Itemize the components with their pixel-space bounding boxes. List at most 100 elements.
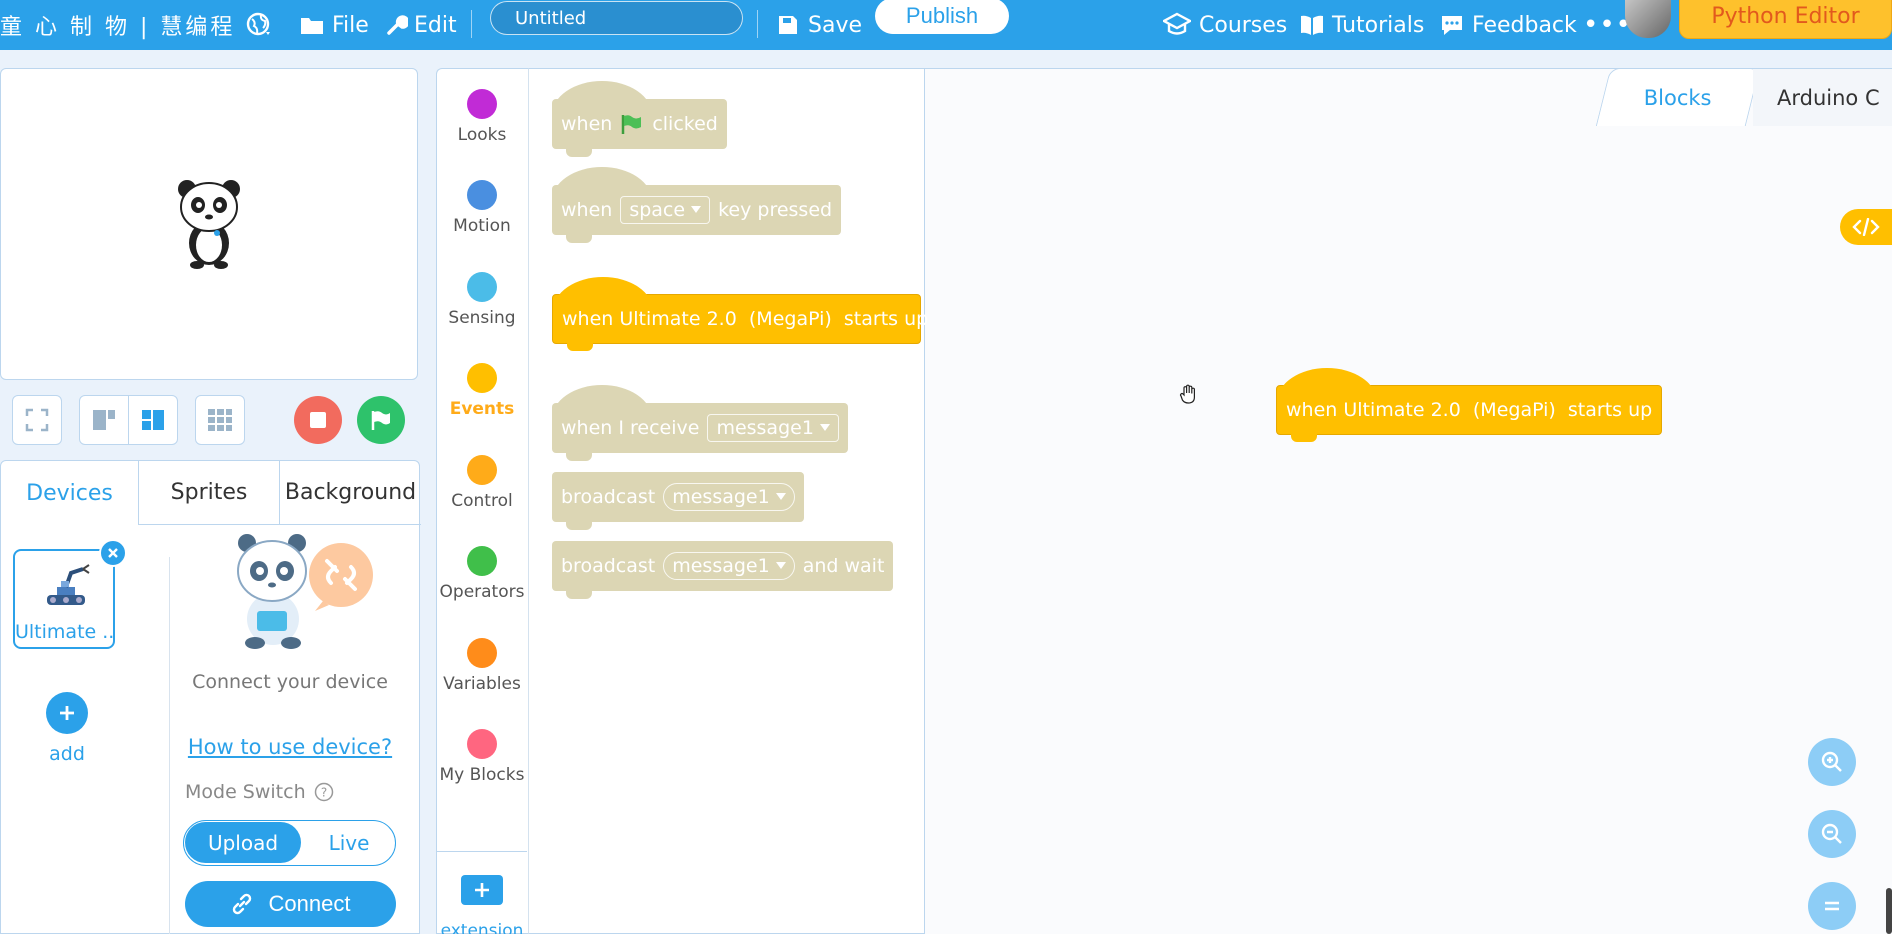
block-when-i-receive[interactable]: when I receive message1 bbox=[552, 385, 848, 461]
green-flag-button[interactable] bbox=[357, 396, 405, 444]
triangle-down-icon bbox=[775, 493, 786, 500]
dropdown-value: message1 bbox=[672, 555, 770, 577]
category-label: Operators bbox=[439, 582, 525, 602]
close-icon bbox=[108, 548, 118, 558]
how-to-use-device-link[interactable]: How to use device? bbox=[171, 735, 409, 759]
category-events[interactable]: Events bbox=[437, 363, 527, 419]
workspace-block-when-device-starts-up[interactable]: when Ultimate 2.0 (MegaPi) starts up bbox=[1276, 368, 1663, 442]
device-card[interactable]: Ultimate ... bbox=[13, 549, 115, 649]
category-looks[interactable]: Looks bbox=[437, 89, 527, 145]
divider bbox=[169, 557, 170, 934]
category-dot bbox=[467, 455, 497, 485]
brand-logo: 童 心 制 物 | 慧编程 bbox=[0, 15, 236, 40]
message-dropdown[interactable]: message1 bbox=[663, 483, 795, 511]
category-motion[interactable]: Motion bbox=[437, 180, 527, 236]
save-button[interactable]: Save bbox=[778, 0, 862, 50]
scrollbar[interactable] bbox=[1886, 888, 1892, 934]
connect-label: Connect bbox=[268, 891, 351, 916]
category-dot bbox=[467, 729, 497, 759]
robot-arm-icon bbox=[47, 564, 90, 605]
script-workspace[interactable] bbox=[925, 68, 1892, 934]
category-operators[interactable]: Operators bbox=[437, 546, 527, 602]
python-editor-button[interactable]: Python Editor bbox=[1679, 0, 1892, 39]
message-dropdown[interactable]: message1 bbox=[663, 552, 795, 580]
stop-button[interactable] bbox=[294, 396, 342, 444]
tab-background[interactable]: Background bbox=[280, 461, 421, 525]
tab-arduino-c[interactable]: Arduino C bbox=[1753, 68, 1892, 126]
message-dropdown[interactable]: message1 bbox=[707, 414, 839, 442]
stage[interactable] bbox=[0, 68, 418, 380]
code-view-toggle[interactable] bbox=[1840, 209, 1892, 245]
devices-panel: Devices Sprites Background Ultimate ... … bbox=[0, 460, 421, 934]
help-icon: ? bbox=[314, 782, 333, 802]
category-dot bbox=[467, 272, 497, 302]
tab-sprites[interactable]: Sprites bbox=[139, 461, 280, 525]
book-icon bbox=[1301, 15, 1323, 35]
tab-devices[interactable]: Devices bbox=[1, 461, 139, 525]
edit-menu[interactable]: Edit bbox=[386, 0, 457, 50]
block-text: key pressed bbox=[718, 199, 833, 221]
file-menu[interactable]: File bbox=[300, 0, 369, 50]
block-when-flag-clicked[interactable]: when clicked bbox=[552, 81, 727, 157]
category-variables[interactable]: Variables bbox=[437, 638, 527, 694]
category-sensing[interactable]: Sensing bbox=[437, 272, 527, 328]
zoom-reset-button[interactable] bbox=[1808, 882, 1856, 930]
divider bbox=[437, 851, 527, 852]
extension-button[interactable] bbox=[461, 875, 503, 905]
file-menu-label: File bbox=[332, 12, 369, 38]
publish-button[interactable]: Publish bbox=[875, 0, 1009, 34]
block-text: when I receive bbox=[561, 417, 700, 439]
category-label: Variables bbox=[443, 674, 521, 694]
category-label: My Blocks bbox=[439, 765, 525, 785]
tutorials-link[interactable]: Tutorials bbox=[1300, 0, 1424, 50]
separator bbox=[757, 10, 758, 38]
project-name-input[interactable] bbox=[490, 1, 743, 35]
user-avatar[interactable] bbox=[1625, 0, 1671, 38]
fullscreen-button[interactable] bbox=[12, 395, 62, 445]
grid-view-button[interactable] bbox=[195, 395, 245, 445]
category-label: Control bbox=[451, 491, 513, 511]
courses-link[interactable]: Courses bbox=[1163, 0, 1287, 50]
feedback-link[interactable]: Feedback bbox=[1440, 0, 1577, 50]
large-stage-button[interactable] bbox=[128, 395, 178, 445]
connect-button[interactable]: Connect bbox=[185, 881, 396, 927]
extension-label[interactable]: extension bbox=[437, 921, 527, 934]
block-text: when Ultimate 2.0 (MegaPi) starts up bbox=[1286, 399, 1653, 421]
block-broadcast[interactable]: broadcast message1 bbox=[552, 472, 804, 530]
separator bbox=[471, 10, 472, 38]
mode-switch-text: Mode Switch bbox=[185, 781, 306, 803]
add-extension-icon bbox=[475, 883, 489, 897]
block-when-device-starts-up[interactable]: when Ultimate 2.0 (MegaPi) starts up bbox=[552, 277, 928, 351]
category-control[interactable]: Control bbox=[437, 455, 527, 511]
language-globe-icon[interactable] bbox=[246, 0, 272, 50]
mode-live-button[interactable]: Live bbox=[304, 822, 394, 863]
remove-device-button[interactable] bbox=[99, 539, 127, 567]
mode-upload-button[interactable]: Upload bbox=[185, 822, 301, 863]
block-text: when bbox=[561, 199, 613, 221]
zoom-in-icon bbox=[1821, 751, 1842, 772]
dropdown-value: message1 bbox=[716, 417, 814, 439]
link-icon bbox=[232, 893, 251, 915]
small-stage-button[interactable] bbox=[79, 395, 129, 445]
stop-icon bbox=[310, 412, 326, 428]
block-categories: Looks Motion Sensing Events Control Oper… bbox=[436, 68, 528, 934]
grid-icon bbox=[208, 409, 232, 431]
category-dot bbox=[467, 638, 497, 668]
tab-blocks[interactable]: Blocks bbox=[1595, 68, 1761, 126]
category-dot bbox=[467, 180, 497, 210]
category-dot bbox=[467, 89, 497, 119]
add-device-label[interactable]: add bbox=[1, 743, 133, 765]
block-text: and wait bbox=[802, 555, 885, 577]
block-when-key-pressed[interactable]: when space key pressed bbox=[552, 167, 842, 243]
category-label: Motion bbox=[453, 216, 511, 236]
add-device-button[interactable] bbox=[46, 692, 88, 734]
zoom-in-button[interactable] bbox=[1808, 738, 1856, 786]
green-flag-icon bbox=[622, 115, 642, 134]
block-broadcast-and-wait[interactable]: broadcast message1 and wait bbox=[552, 541, 894, 599]
zoom-out-button[interactable] bbox=[1808, 810, 1856, 858]
category-my-blocks[interactable]: My Blocks bbox=[437, 729, 527, 785]
key-dropdown[interactable]: space bbox=[620, 196, 711, 224]
dropdown-value: space bbox=[629, 199, 686, 221]
feedback-label: Feedback bbox=[1472, 12, 1577, 38]
folder-icon bbox=[301, 18, 323, 34]
